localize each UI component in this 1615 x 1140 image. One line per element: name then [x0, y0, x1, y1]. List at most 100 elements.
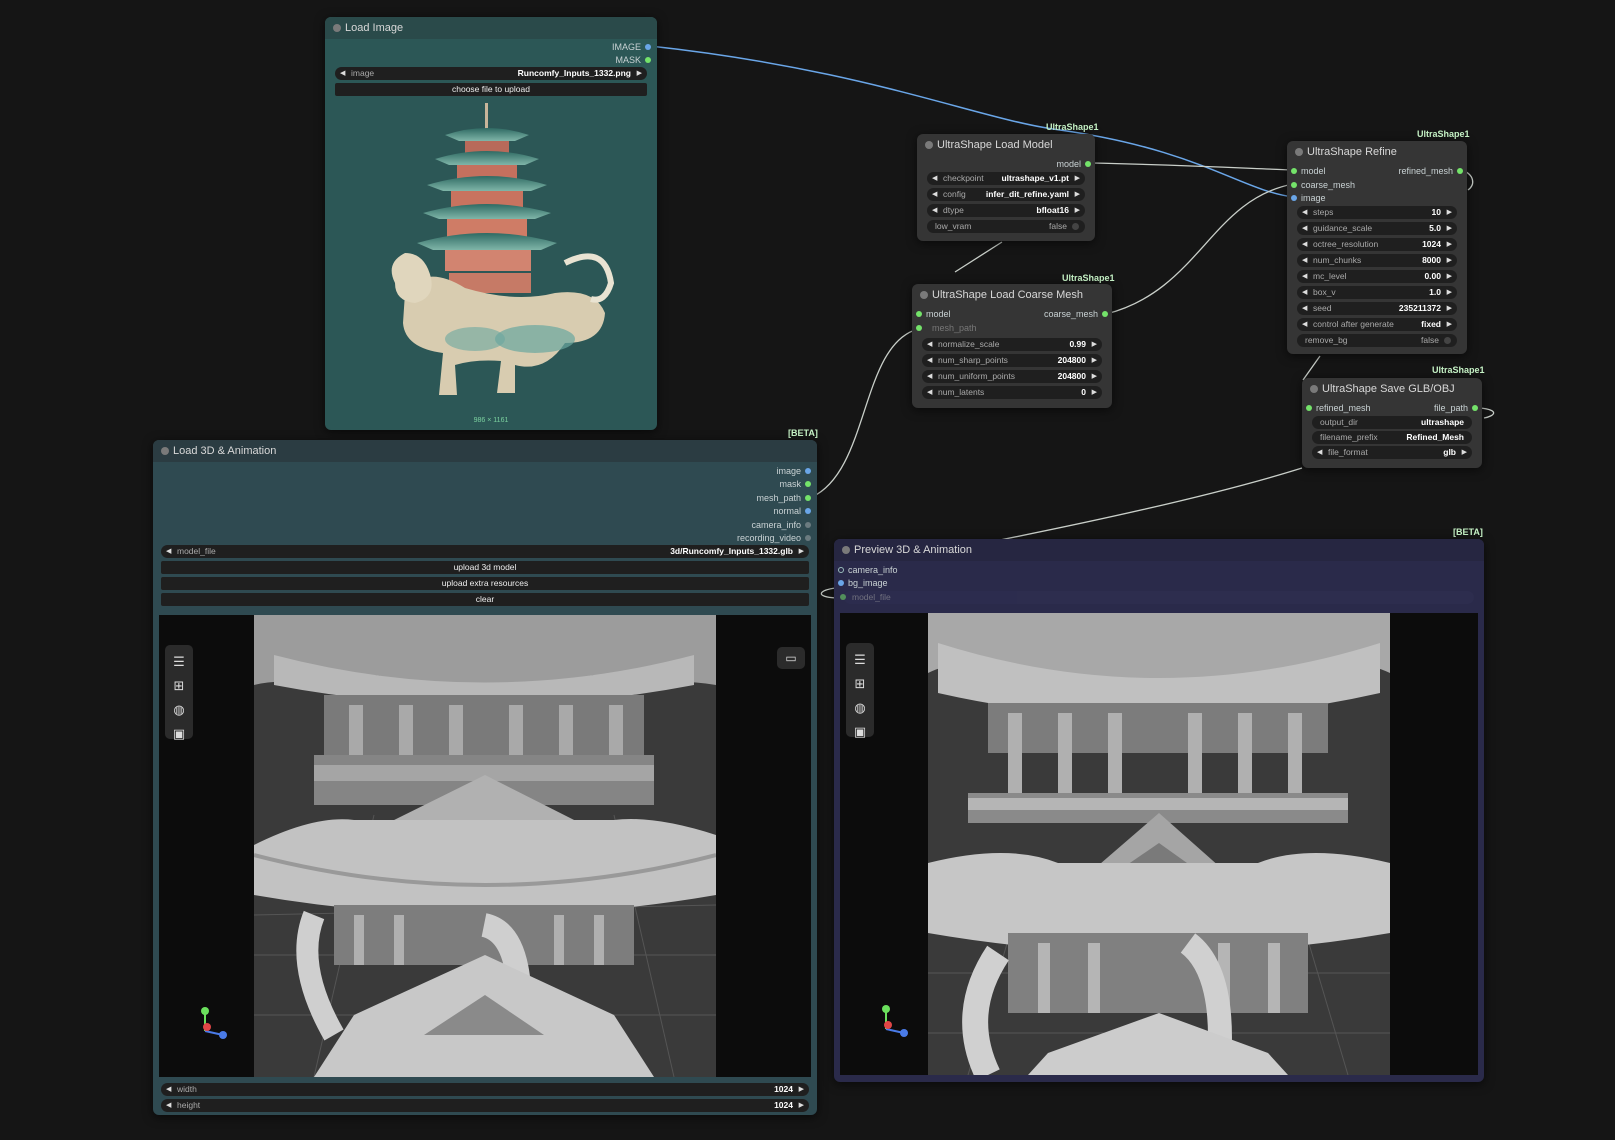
upload-3d-model-button[interactable]: upload 3d model	[161, 561, 809, 574]
output-camera-info[interactable]: camera_info	[701, 519, 811, 531]
output-mask[interactable]: mask	[701, 478, 811, 490]
output-normal[interactable]: normal	[701, 505, 811, 517]
arrow-left-icon[interactable]: ◀	[166, 1099, 171, 1112]
clear-button[interactable]: clear	[161, 593, 809, 606]
output-dot-icon[interactable]	[805, 522, 811, 528]
output-model[interactable]: model	[1021, 158, 1091, 170]
seed-field[interactable]: ◀ seed 235211372 ▶	[1297, 302, 1457, 315]
arrow-right-icon[interactable]: ▶	[1447, 302, 1452, 315]
octree-resolution-field[interactable]: ◀ octree_resolution 1024 ▶	[1297, 238, 1457, 251]
node-title-bar[interactable]: Load 3D & Animation	[153, 440, 817, 462]
output-dot-icon[interactable]	[805, 468, 811, 474]
output-dot-icon[interactable]	[1472, 405, 1478, 411]
arrow-left-icon[interactable]: ◀	[1302, 206, 1307, 219]
num-sharp-points-field[interactable]: ◀ num_sharp_points 204800 ▶	[922, 354, 1102, 367]
node-title-bar[interactable]: Load Image	[325, 17, 657, 39]
output-dot-icon[interactable]	[1102, 311, 1108, 317]
width-field[interactable]: ◀ width 1024 ▶	[161, 1083, 809, 1096]
output-image[interactable]: image	[701, 465, 811, 477]
load-image-node[interactable]: Load Image IMAGE MASK ◀ image Runcomfy_I…	[325, 17, 657, 430]
collapse-dot-icon[interactable]	[920, 291, 928, 299]
arrow-left-icon[interactable]: ◀	[1302, 238, 1307, 251]
arrow-left-icon[interactable]: ◀	[927, 354, 932, 367]
image-icon[interactable]: ▣	[169, 724, 189, 744]
input-dot-icon[interactable]	[838, 567, 844, 573]
preview-3d-node[interactable]: Preview 3D & Animation camera_info bg_im…	[834, 539, 1484, 1082]
grid-icon[interactable]: ⊞	[850, 674, 870, 694]
model-file-select[interactable]: ◀ model_file 3d/Runcomfy_Inputs_1332.glb ▶	[161, 545, 809, 558]
output-dot-icon[interactable]	[805, 508, 811, 514]
input-dot-icon[interactable]	[1291, 168, 1297, 174]
input-model[interactable]: model	[1291, 165, 1361, 177]
num-latents-field[interactable]: ◀ num_latents 0 ▶	[922, 386, 1102, 399]
output-refined-mesh[interactable]: refined_mesh	[1373, 165, 1463, 177]
arrow-left-icon[interactable]: ◀	[1302, 222, 1307, 235]
remove-bg-toggle[interactable]: remove_bg false	[1297, 334, 1457, 347]
arrow-right-icon[interactable]: ▶	[1075, 188, 1080, 201]
ultrashape-coarse-mesh-node[interactable]: UltraShape Load Coarse Mesh model mesh_p…	[912, 284, 1112, 408]
input-dot-icon[interactable]	[838, 580, 844, 586]
arrow-left-icon[interactable]: ◀	[927, 370, 932, 383]
input-dot-icon[interactable]	[916, 311, 922, 317]
input-image[interactable]: image	[1291, 192, 1361, 204]
arrow-left-icon[interactable]: ◀	[1317, 446, 1322, 459]
arrow-left-icon[interactable]: ◀	[1302, 302, 1307, 315]
arrow-right-icon[interactable]: ▶	[1447, 238, 1452, 251]
node-title-bar[interactable]: UltraShape Refine	[1287, 141, 1467, 163]
node-title-bar[interactable]: UltraShape Load Model	[917, 134, 1095, 156]
arrow-right-icon[interactable]: ▶	[1092, 354, 1097, 367]
input-refined-mesh[interactable]: refined_mesh	[1306, 402, 1396, 414]
arrow-right-icon[interactable]: ▶	[799, 1083, 804, 1096]
arrow-right-icon[interactable]: ▶	[1447, 222, 1452, 235]
image-select[interactable]: ◀ image Runcomfy_Inputs_1332.png ▶	[335, 67, 647, 80]
arrow-left-icon[interactable]: ◀	[166, 1083, 171, 1096]
node-title-bar[interactable]: Preview 3D & Animation	[834, 539, 1484, 561]
menu-icon[interactable]: ☰	[169, 652, 189, 672]
output-dot-icon[interactable]	[1085, 161, 1091, 167]
input-coarse-mesh[interactable]: coarse_mesh	[1291, 179, 1381, 191]
output-file-path[interactable]: file_path	[1398, 402, 1478, 414]
toggle-icon[interactable]	[1072, 223, 1079, 230]
arrow-left-icon[interactable]: ◀	[932, 204, 937, 217]
height-field[interactable]: ◀ height 1024 ▶	[161, 1099, 809, 1112]
file-format-select[interactable]: ◀ file_format glb ▶	[1312, 446, 1472, 459]
arrow-left-icon[interactable]: ◀	[1302, 270, 1307, 283]
arrow-right-icon[interactable]: ▶	[1447, 206, 1452, 219]
num-uniform-points-field[interactable]: ◀ num_uniform_points 204800 ▶	[922, 370, 1102, 383]
arrow-left-icon[interactable]: ◀	[932, 188, 937, 201]
node-title-bar[interactable]: UltraShape Save GLB/OBJ	[1302, 378, 1482, 400]
output-image[interactable]: IMAGE	[561, 41, 651, 53]
ultrashape-refine-node[interactable]: UltraShape Refine model coarse_mesh imag…	[1287, 141, 1467, 354]
input-dot-icon[interactable]	[840, 594, 846, 600]
arrow-right-icon[interactable]: ▶	[799, 1099, 804, 1112]
ultrashape-save-node[interactable]: UltraShape Save GLB/OBJ refined_mesh fil…	[1302, 378, 1482, 468]
output-dot-icon[interactable]	[805, 495, 811, 501]
arrow-left-icon[interactable]: ◀	[1302, 286, 1307, 299]
output-recording-video[interactable]: recording_video	[701, 532, 811, 544]
output-dot-icon[interactable]	[805, 535, 811, 541]
output-dot-icon[interactable]	[805, 481, 811, 487]
output-dot-icon[interactable]	[645, 57, 651, 63]
grid-icon[interactable]: ⊞	[169, 676, 189, 696]
arrow-right-icon[interactable]: ▶	[1075, 172, 1080, 185]
input-model[interactable]: model	[916, 308, 1006, 320]
arrow-right-icon[interactable]: ▶	[1092, 338, 1097, 351]
arrow-left-icon[interactable]: ◀	[1302, 254, 1307, 267]
arrow-right-icon[interactable]: ▶	[637, 67, 642, 80]
collapse-dot-icon[interactable]	[925, 141, 933, 149]
normalize-scale-field[interactable]: ◀ normalize_scale 0.99 ▶	[922, 338, 1102, 351]
arrow-right-icon[interactable]: ▶	[1447, 254, 1452, 267]
dtype-select[interactable]: ◀ dtype bfloat16 ▶	[927, 204, 1085, 217]
box-v-field[interactable]: ◀ box_v 1.0 ▶	[1297, 286, 1457, 299]
arrow-right-icon[interactable]: ▶	[1075, 204, 1080, 217]
collapse-dot-icon[interactable]	[333, 24, 341, 32]
arrow-left-icon[interactable]: ◀	[1302, 318, 1307, 331]
output-dot-icon[interactable]	[1457, 168, 1463, 174]
palette-icon[interactable]: ◍	[169, 700, 189, 720]
checkpoint-select[interactable]: ◀ checkpoint ultrashape_v1.pt ▶	[927, 172, 1085, 185]
arrow-right-icon[interactable]: ▶	[1447, 270, 1452, 283]
arrow-left-icon[interactable]: ◀	[927, 386, 932, 399]
collapse-dot-icon[interactable]	[842, 546, 850, 554]
input-dot-icon[interactable]	[916, 325, 922, 331]
arrow-right-icon[interactable]: ▶	[799, 545, 804, 558]
